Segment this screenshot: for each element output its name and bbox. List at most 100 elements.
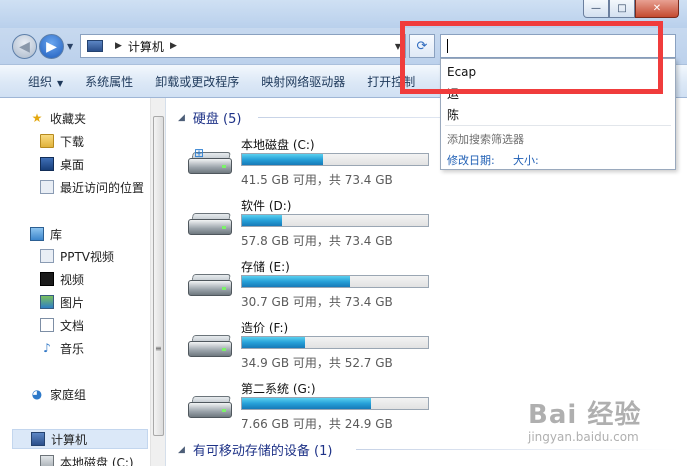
scrollbar-grip-icon: ≡ [155,344,162,353]
suggestion-divider [445,125,671,126]
nav-scrollbar[interactable]: ≡ [150,98,165,466]
arrow-left-icon: ◀ [19,38,30,55]
watermark-logo: Bai 经验 [528,400,642,430]
drive-usage-fill [242,337,305,348]
desktop-icon [40,157,54,171]
video-icon [40,272,54,286]
nav-item-label: 最近访问的位置 [60,180,145,195]
hard-drive-icon [188,274,232,298]
hard-drive-icon [188,213,232,237]
drive-item[interactable]: 第二系统 (G:) 7.66 GB 可用，共 24.9 GB [186,380,436,440]
collapse-triangle-icon[interactable]: ◢ [178,445,185,455]
nav-homegroup-label: 家庭组 [50,387,87,402]
nav-computer[interactable]: 计算机 [12,429,148,449]
nav-item-label: 视频 [60,272,85,287]
filter-date-modified[interactable]: 修改日期: [447,152,495,168]
drive-space-info: 34.9 GB 可用，共 52.7 GB [241,356,393,370]
music-note-icon: ♪ [43,341,51,355]
chevron-right-icon[interactable]: ▶ [115,41,122,51]
group-header-removable[interactable]: ◢ 有可移动存储的设备 (1) [178,440,332,459]
group-header-label: 有可移动存储的设备 (1) [192,444,333,459]
nav-libraries-label: 库 [50,227,63,242]
nav-item-label: 文档 [60,318,85,333]
drive-item[interactable]: 造价 (F:) 34.9 GB 可用，共 52.7 GB [186,319,436,379]
recent-places-icon [40,180,54,194]
breadcrumb-computer[interactable]: 计算机 [128,38,164,55]
watermark-url: jingyan.baidu.com [528,430,639,444]
drive-usage-bar [241,153,429,166]
drive-usage-fill [242,154,323,165]
map-network-drive-button[interactable]: 映射网络驱动器 [261,73,345,90]
nav-item-recent-places[interactable]: 最近访问的位置 [40,177,144,197]
filter-size[interactable]: 大小: [513,152,539,168]
highlight-box [400,21,663,94]
system-properties-button[interactable]: 系统属性 [85,73,133,90]
computer-icon [87,40,103,52]
close-button[interactable]: ✕ [635,0,679,18]
drive-name: 软件 (D:) [241,199,292,213]
nav-item-pictures[interactable]: 图片 [40,292,84,312]
window-controls: — □ ✕ [583,0,679,18]
drive-space-info: 7.66 GB 可用，共 24.9 GB [241,417,393,431]
nav-libraries[interactable]: 库 [30,224,62,244]
minimize-button[interactable]: — [583,0,609,18]
back-button[interactable]: ◀ [12,34,37,59]
uninstall-program-button[interactable]: 卸载或更改程序 [155,73,239,90]
document-icon [40,318,54,332]
nav-favorites[interactable]: ★ 收藏夹 [30,108,86,128]
address-bar[interactable]: ▶ 计算机 ▶ ▼ [80,34,406,58]
maximize-button[interactable]: □ [609,0,635,18]
nav-item-documents[interactable]: 文档 [40,315,84,335]
nav-item-desktop[interactable]: 桌面 [40,154,84,174]
chevron-right-icon[interactable]: ▶ [170,41,177,51]
homegroup-icon: ◕ [31,387,43,401]
computer-icon [31,432,45,446]
organize-menu[interactable]: 组织 ▼ [28,73,63,90]
drive-item[interactable]: 存储 (E:) 30.7 GB 可用，共 73.4 GB [186,258,436,318]
nav-item-label: 桌面 [60,157,85,172]
star-icon: ★ [31,111,43,125]
collapse-triangle-icon[interactable]: ◢ [178,113,185,123]
navigation-pane: ★ 收藏夹 下载 桌面 最近访问的位置 库 PPTV视频 视频 图片 文档 ♪ … [0,98,166,466]
hard-drive-icon [188,396,232,420]
drive-space-info: 57.8 GB 可用，共 73.4 GB [241,234,393,248]
pptv-video-icon [40,249,54,263]
drive-name: 第二系统 (G:) [241,382,316,396]
nav-item-videos[interactable]: 视频 [40,269,84,289]
drive-space-info: 30.7 GB 可用，共 73.4 GB [241,295,393,309]
drive-item[interactable]: ⊞ 本地磁盘 (C:) 41.5 GB 可用，共 73.4 GB [186,136,436,196]
drive-item[interactable]: 软件 (D:) 57.8 GB 可用，共 73.4 GB [186,197,436,257]
recent-pages-dropdown[interactable]: ▼ [67,42,73,51]
baidu-watermark: Bai 经验 jingyan.baidu.com [528,392,678,462]
nav-item-music[interactable]: ♪ 音乐 [40,338,84,358]
add-search-filter-label: 添加搜索筛选器 [447,133,524,146]
windows-drive-icon: ⊞ [188,146,232,176]
nav-item-label: 本地磁盘 (C:) [60,455,134,466]
drive-usage-bar [241,275,429,288]
organize-label: 组织 [28,74,53,89]
hard-drive-icon [188,335,232,359]
nav-item-label: PPTV视频 [60,249,115,264]
libraries-icon [30,227,44,241]
drive-usage-bar [241,214,429,227]
nav-favorites-label: 收藏夹 [50,111,87,126]
group-header-hard-disks[interactable]: ◢ 硬盘 (5) [178,108,241,127]
nav-homegroup[interactable]: ◕ 家庭组 [30,384,86,404]
drive-usage-fill [242,215,282,226]
nav-item-pptv-video[interactable]: PPTV视频 [40,246,114,266]
nav-item-label: 下载 [60,134,85,149]
nav-computer-label: 计算机 [51,432,88,447]
drive-usage-bar [241,336,429,349]
drive-usage-fill [242,276,351,287]
group-header-label: 硬盘 (5) [192,112,242,127]
search-suggestion[interactable]: 陈 [447,106,459,123]
nav-item-local-disk-c[interactable]: 本地磁盘 (C:) [40,452,134,466]
drive-name: 造价 (F:) [241,321,289,335]
scrollbar-thumb[interactable] [153,116,164,436]
forward-button[interactable]: ▶ [39,34,64,59]
drive-usage-fill [242,398,371,409]
chevron-down-icon: ▼ [57,78,64,88]
pictures-icon [40,295,54,309]
nav-item-downloads[interactable]: 下载 [40,131,84,151]
drive-space-info: 41.5 GB 可用，共 73.4 GB [241,173,393,187]
